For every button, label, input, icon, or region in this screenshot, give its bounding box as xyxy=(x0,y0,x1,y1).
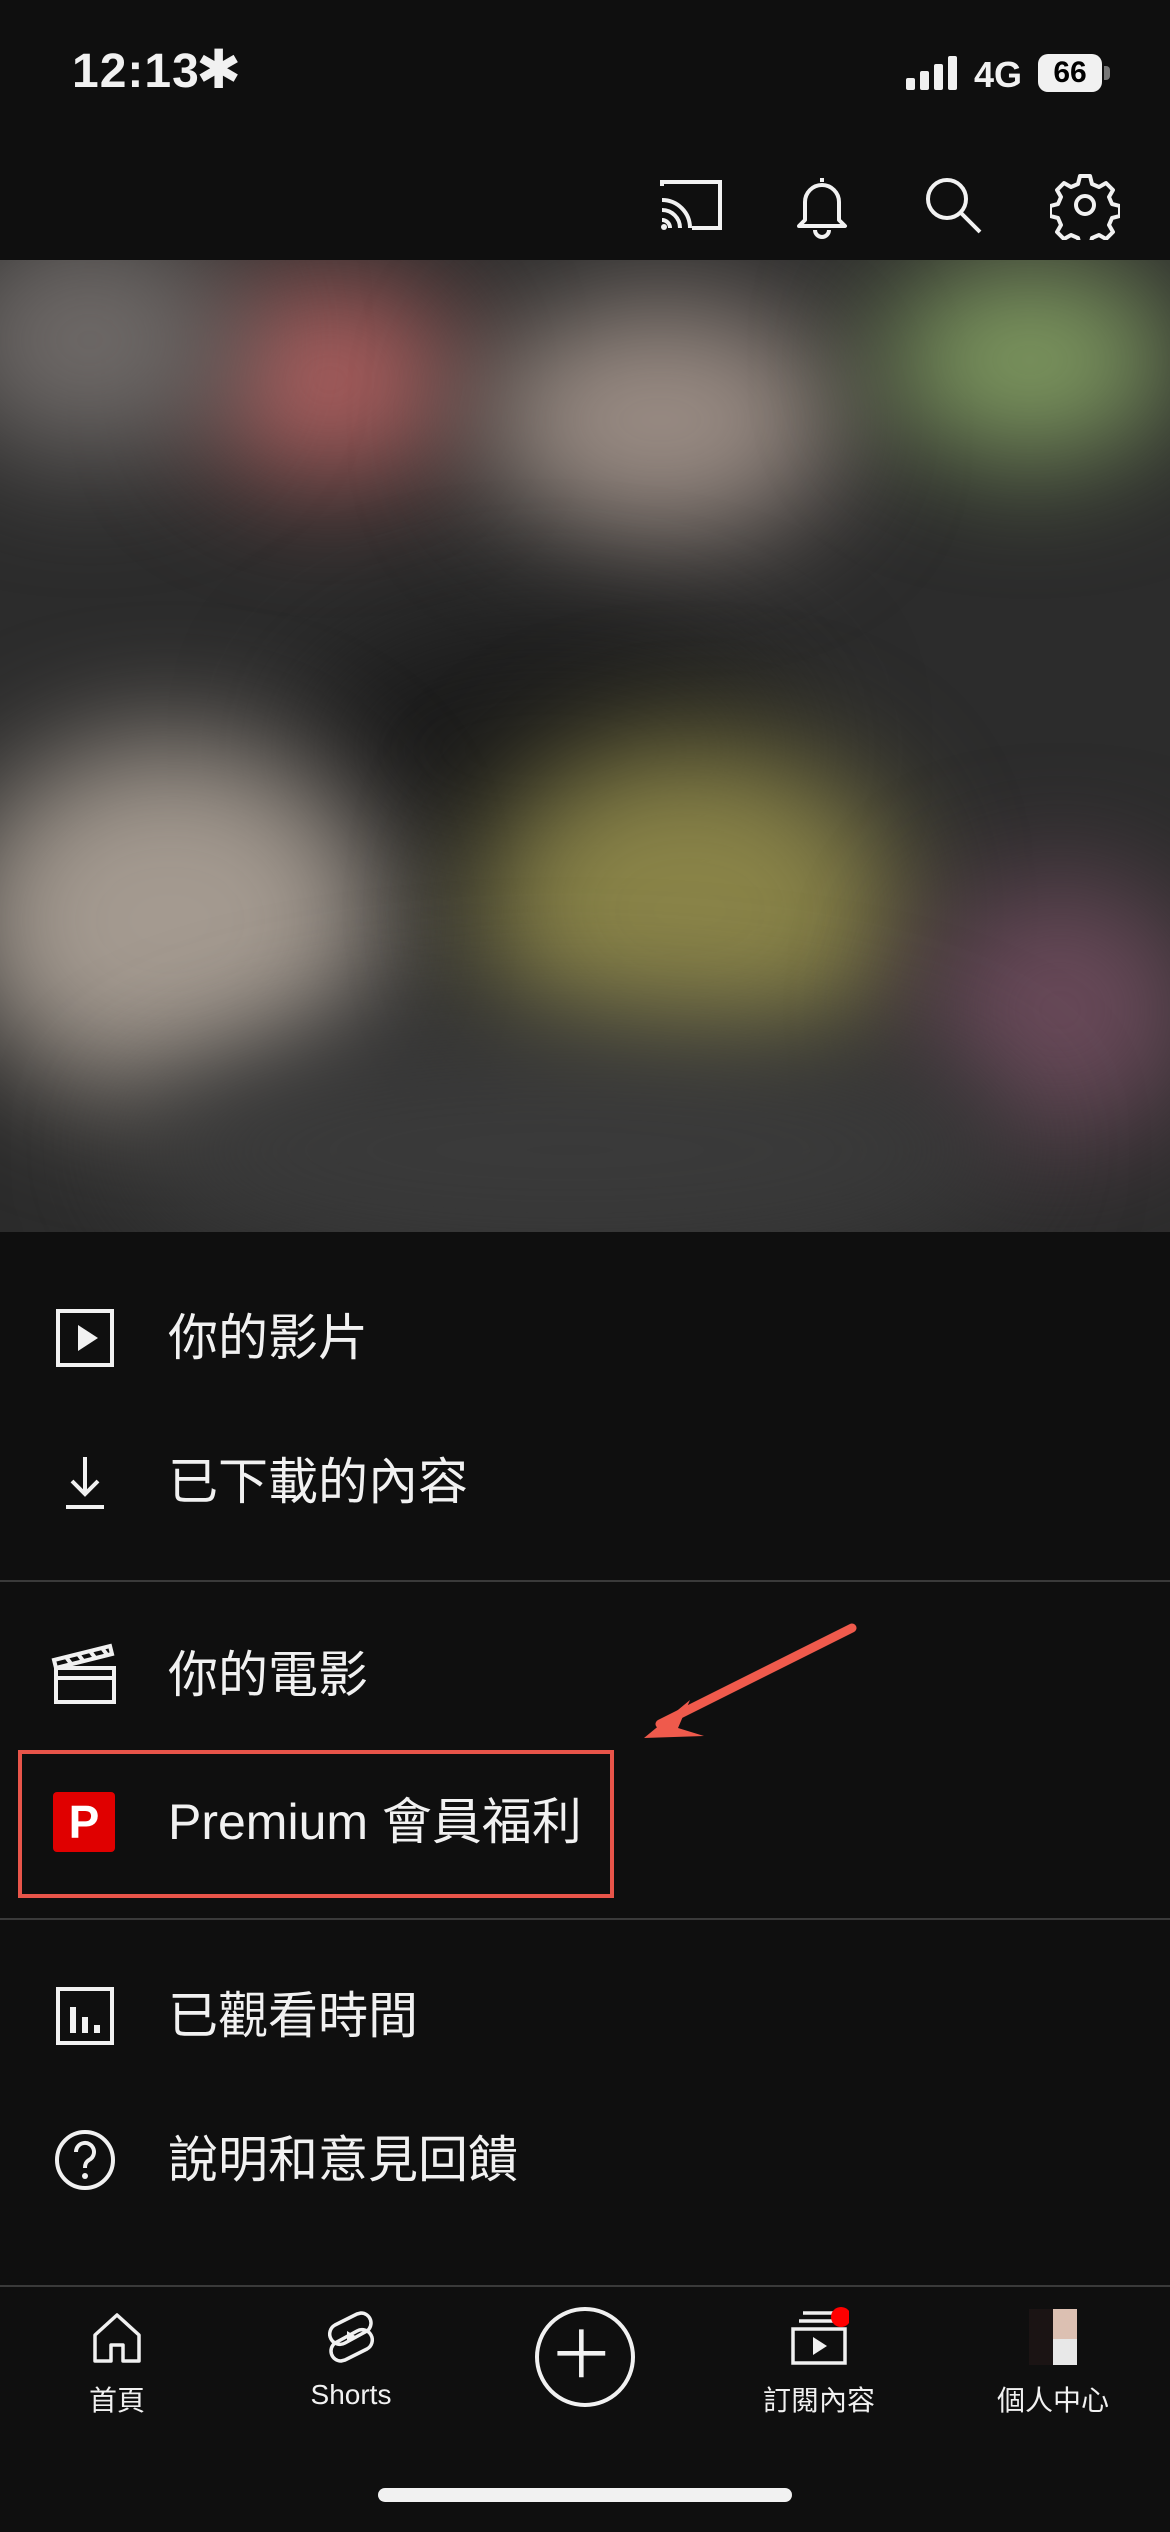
help-circle-icon xyxy=(50,2125,120,2195)
battery-icon: 66 xyxy=(1038,54,1110,92)
menu-item-your-videos[interactable]: 你的影片 xyxy=(0,1268,1170,1408)
bottom-navigation: 首頁 Shorts 訂閱內容 個人中心 xyxy=(0,2285,1170,2447)
signal-icon xyxy=(906,56,957,90)
status-time: 12:13 xyxy=(72,45,200,98)
shorts-icon xyxy=(328,2311,374,2363)
menu-item-label: 說明和意見回饋 xyxy=(168,2132,518,2188)
battery-level: 66 xyxy=(1038,54,1102,92)
menu-item-your-movies[interactable]: 你的電影 xyxy=(0,1605,1170,1745)
network-type: 4G xyxy=(974,54,1023,95)
annotation-arrow-icon xyxy=(644,1623,857,1738)
menu-item-label: 已下載的內容 xyxy=(168,1454,468,1510)
nav-home-label: 首頁 xyxy=(88,2385,145,2416)
menu-item-label: 你的影片 xyxy=(168,1310,368,1366)
nav-you[interactable]: 個人中心 xyxy=(936,2307,1170,2437)
nav-home[interactable]: 首頁 xyxy=(0,2307,234,2437)
nav-subscriptions[interactable]: 訂閱內容 xyxy=(702,2307,936,2437)
search-icon[interactable] xyxy=(918,170,988,240)
play-square-icon xyxy=(50,1303,120,1373)
status-bar: 12:13 ✱ 4G 66 xyxy=(0,0,1170,150)
highlight-box xyxy=(18,1750,614,1898)
section-divider xyxy=(0,1580,1170,1582)
blurred-banner-image xyxy=(0,260,1170,1232)
notifications-bell-icon[interactable] xyxy=(787,170,857,240)
nav-shorts[interactable]: Shorts xyxy=(234,2307,468,2437)
status-extra-icon: ✱ xyxy=(196,40,242,100)
download-icon xyxy=(50,1447,120,1517)
subscriptions-icon xyxy=(791,2307,849,2365)
nav-subscriptions-label: 訂閱內容 xyxy=(762,2385,875,2416)
menu-item-downloads[interactable]: 已下載的內容 xyxy=(0,1412,1170,1552)
menu-item-help-feedback[interactable]: 說明和意見回饋 xyxy=(0,2090,1170,2230)
home-indicator[interactable] xyxy=(378,2488,792,2502)
menu-item-watch-time[interactable]: 已觀看時間 xyxy=(0,1946,1170,2086)
menu-item-label: 你的電影 xyxy=(168,1647,368,1703)
cast-icon[interactable] xyxy=(656,170,726,240)
nav-you-label: 個人中心 xyxy=(996,2385,1109,2416)
menu-item-label: 已觀看時間 xyxy=(168,1988,418,2044)
nav-shorts-label: Shorts xyxy=(310,2379,392,2410)
avatar xyxy=(1029,2309,1077,2365)
bar-chart-icon xyxy=(50,1981,120,2051)
section-divider xyxy=(0,1918,1170,1920)
top-bar xyxy=(0,150,1170,260)
create-plus-button[interactable] xyxy=(535,2307,635,2407)
plus-icon xyxy=(557,2329,606,2378)
home-icon xyxy=(93,2313,141,2363)
settings-gear-icon[interactable] xyxy=(1048,170,1122,248)
clapperboard-icon xyxy=(50,1640,120,1710)
